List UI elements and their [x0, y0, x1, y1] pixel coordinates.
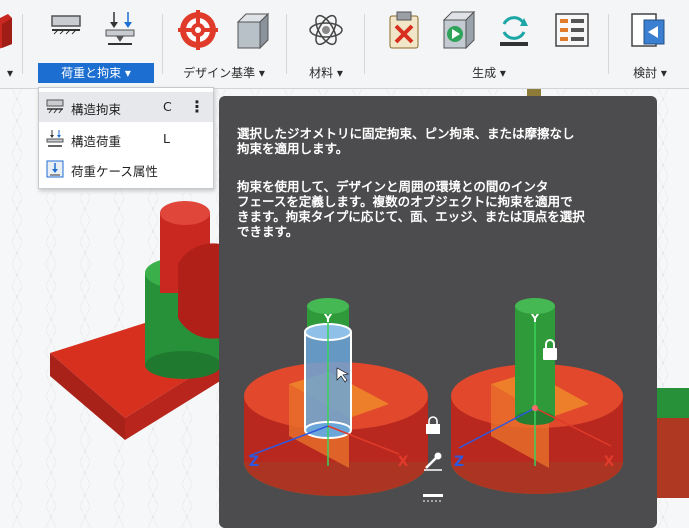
sync-icon[interactable]: [494, 10, 534, 50]
left-group-caret[interactable]: ▾: [0, 63, 20, 83]
materials-icon[interactable]: [306, 10, 346, 50]
more-options-icon[interactable]: ⋮: [189, 96, 205, 118]
tooltip-panel: 選択したジオメトリに固定拘束、ピン拘束、または摩擦なし 拘束を適用します。 拘束…: [219, 96, 657, 528]
axis-label-z: Z: [454, 454, 464, 470]
loads-constraints-menu[interactable]: 荷重と拘束 ▾: [38, 63, 154, 83]
explore-menu[interactable]: 検討 ▾: [620, 63, 680, 83]
menu-item-structural-constraints[interactable]: 構造拘束 C ⋮: [39, 92, 213, 122]
axis-label-x: X: [604, 454, 615, 470]
ribbon-toolbar: ▾ 荷重と拘束 ▾ デザイン基準 ▾ 材料 ▾ 生成 ▾ 検討 ▾: [0, 0, 689, 89]
structural-load-icon: [46, 130, 64, 147]
axis-label-y: Y: [323, 312, 333, 325]
structural-constraint-icon[interactable]: [46, 10, 86, 50]
menu-item-label: 構造拘束: [71, 102, 122, 117]
separator: [364, 14, 365, 74]
target-icon[interactable]: [178, 10, 218, 50]
structural-load-icon[interactable]: [100, 10, 140, 50]
separator: [22, 14, 23, 74]
generate-menu[interactable]: 生成 ▾: [382, 63, 596, 83]
axis-label-y: Y: [530, 312, 540, 325]
tooltip-details: 拘束を使用して、デザインと周囲の環境との間のインタ フェースを定義します。複数の…: [237, 179, 585, 239]
fixed-lock-icon: [426, 416, 440, 434]
menu-item-load-case-attributes[interactable]: 荷重ケース属性: [39, 154, 213, 184]
materials-menu[interactable]: 材料 ▾: [296, 63, 356, 83]
load-case-attributes-icon: [46, 160, 64, 178]
left-model: Y Z X: [244, 298, 428, 496]
tooltip-description: 選択したジオメトリに固定拘束、ピン拘束、または摩擦なし 拘束を適用します。: [237, 126, 575, 156]
separator: [286, 14, 287, 74]
obstacle-geometry-icon[interactable]: [232, 10, 272, 50]
constraint-illustration: Y Z X Y Z X: [244, 298, 623, 502]
explore-icon[interactable]: [628, 10, 668, 50]
clipboard-delete-icon[interactable]: [384, 10, 424, 50]
design-criteria-menu[interactable]: デザイン基準 ▾: [172, 63, 276, 83]
menu-item-label: 構造荷重: [71, 134, 122, 149]
frictionless-icon: [423, 494, 443, 502]
shortcut-key: L: [163, 131, 170, 146]
menu-item-label: 荷重ケース属性: [71, 164, 158, 179]
study-list-icon[interactable]: [552, 10, 592, 50]
separator: [162, 14, 163, 74]
cube-icon[interactable]: [0, 10, 28, 50]
axis-label-z: Z: [249, 454, 259, 470]
axis-label-x: X: [398, 454, 409, 470]
shortcut-key: C: [163, 99, 172, 114]
loads-constraints-dropdown: 構造拘束 C ⋮ 構造荷重 L 荷重ケース属性: [38, 87, 214, 189]
right-model: Y Z X: [451, 298, 623, 494]
menu-item-structural-loads[interactable]: 構造荷重 L: [39, 124, 213, 154]
play-generate-icon[interactable]: [438, 10, 478, 50]
structural-constraint-icon: [46, 99, 64, 114]
separator: [608, 14, 609, 74]
